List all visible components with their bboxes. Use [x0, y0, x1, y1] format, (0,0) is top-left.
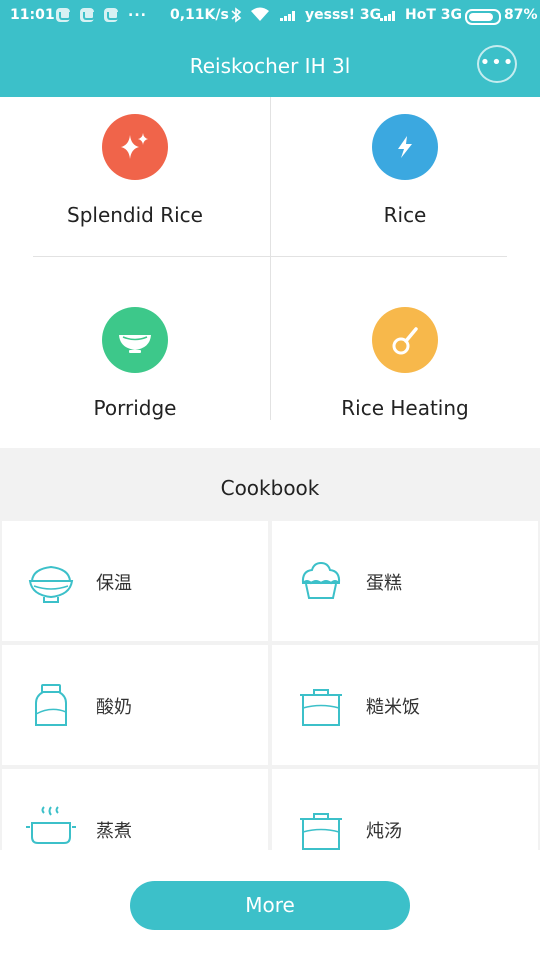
cookbook-item-steam[interactable]: 蒸煮 [2, 769, 268, 850]
cookbook-item-label: 蛋糕 [366, 573, 402, 594]
carrier-2: HoT 3G [405, 7, 462, 23]
cookbook-item-yogurt[interactable]: 酸奶 [2, 645, 268, 765]
more-dots-icon: ••• [479, 52, 515, 73]
cookbook-title: Cookbook [220, 476, 320, 500]
mode-splendid-rice[interactable]: Splendid Rice [0, 114, 270, 227]
cookbook-item-label: 糙米饭 [366, 697, 420, 718]
cookbook-item-label: 酸奶 [96, 697, 132, 718]
bluetooth-icon [230, 6, 242, 28]
rice-bowl-icon [28, 565, 74, 603]
more-notifications-icon: ... [128, 4, 147, 20]
steaming-pot-icon [26, 806, 76, 844]
cookbook-item-brown-rice[interactable]: 糙米饭 [272, 645, 538, 765]
divider [33, 256, 507, 257]
cookbook-section: Cookbook 保温 蛋糕 酸奶 糙米饭 蒸煮 炖汤 [0, 448, 540, 850]
cooking-modes: Splendid Rice Rice Porridge Rice Heating [0, 97, 540, 447]
mode-label: Rice Heating [341, 396, 469, 420]
mode-rice[interactable]: Rice [270, 114, 540, 227]
cookbook-item-keep-warm[interactable]: 保温 [2, 521, 268, 641]
lightning-icon [372, 114, 438, 180]
mode-rice-heating[interactable]: Rice Heating [270, 307, 540, 420]
page-title: Reiskocher IH 3l [189, 54, 351, 78]
app-header: 11:01 ... 0,11K/s yesss! 3G HoT 3G 87% R… [0, 0, 540, 97]
more-options-button[interactable]: ••• [477, 45, 517, 83]
cookbook-item-label: 保温 [96, 573, 132, 594]
mode-label: Rice [383, 203, 427, 227]
cupcake-icon [301, 561, 341, 599]
wifi-icon [250, 6, 270, 25]
network-speed: 0,11K/s [170, 7, 229, 23]
status-bar: 11:01 ... 0,11K/s yesss! 3G HoT 3G 87% [0, 0, 540, 32]
bowl-icon [102, 307, 168, 373]
mi-app-icon [104, 8, 119, 22]
mode-label: Splendid Rice [67, 203, 203, 227]
signal-icon [380, 11, 396, 21]
soup-pot-icon [300, 813, 342, 850]
cookbook-item-label: 炖汤 [366, 821, 402, 842]
battery-level [469, 13, 494, 21]
mode-porridge[interactable]: Porridge [0, 307, 270, 420]
status-time: 11:01 [10, 7, 55, 23]
cookbook-item-stew[interactable]: 炖汤 [272, 769, 538, 850]
mi-app-icon [56, 8, 71, 22]
spoon-icon [372, 307, 438, 373]
pot-icon [300, 689, 342, 726]
more-button[interactable]: More [130, 881, 410, 930]
battery-percent: 87% [504, 7, 538, 23]
signal-icon [280, 11, 296, 21]
battery-icon [465, 9, 501, 25]
carrier-1: yesss! 3G [305, 7, 382, 23]
sparkle-icon [102, 114, 168, 180]
yogurt-jar-icon [35, 684, 67, 726]
mi-app-icon [80, 8, 95, 22]
cookbook-item-cake[interactable]: 蛋糕 [272, 521, 538, 641]
cookbook-item-label: 蒸煮 [96, 821, 132, 842]
mode-label: Porridge [93, 396, 177, 420]
